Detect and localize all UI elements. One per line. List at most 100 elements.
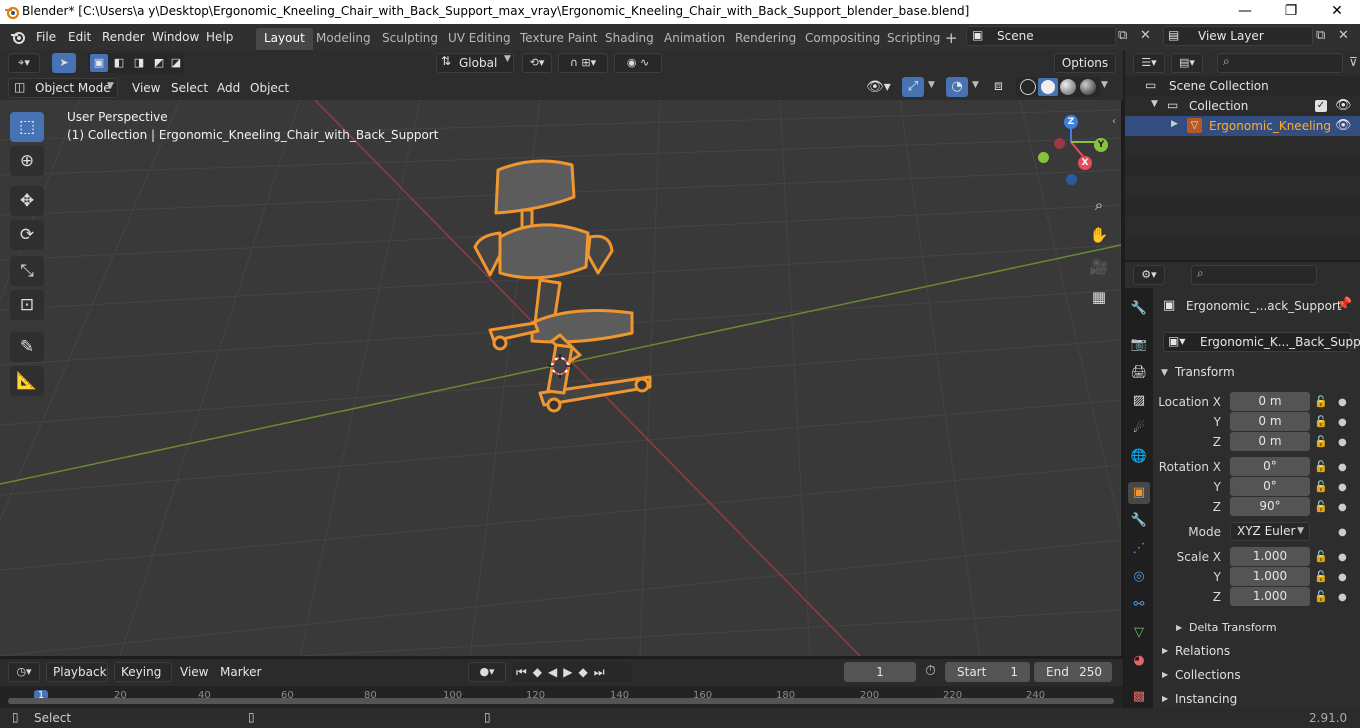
rotate-tool[interactable]: ⟳ (10, 220, 44, 250)
location-x-field[interactable]: 0 m (1230, 392, 1310, 411)
minimize-button[interactable]: — (1222, 0, 1268, 24)
gizmo-neg-x[interactable] (1054, 138, 1065, 149)
properties-search-input[interactable] (1191, 265, 1317, 285)
object-datablock-field[interactable]: Ergonomic_K..._Back_Support (1163, 332, 1360, 352)
tab-shading[interactable]: Shading (597, 28, 662, 50)
tab-rendering[interactable]: Rendering (727, 28, 804, 50)
keyframe-dot-icon[interactable]: ● (1338, 417, 1347, 428)
timeline-marker-menu[interactable]: Marker (214, 663, 267, 681)
menu-window[interactable]: Window (146, 28, 205, 46)
playback-dropdown[interactable]: Playback (46, 662, 108, 682)
modifier-tab-icon[interactable]: 🔧 (1128, 510, 1150, 532)
physics-tab-icon[interactable]: ◎ (1128, 566, 1150, 588)
view-layer-tab-icon[interactable]: ▨ (1128, 390, 1150, 412)
close-button[interactable]: ✕ (1314, 0, 1360, 24)
chevron-down-icon[interactable]: ▼ (1101, 80, 1108, 90)
location-z-field[interactable]: 0 m (1230, 432, 1310, 451)
scale-z-field[interactable]: 1.000 (1230, 587, 1310, 606)
wireframe-shading-icon[interactable] (1020, 79, 1036, 95)
expand-chevron-icon[interactable]: ▶ (1171, 119, 1178, 129)
transform-panel-header[interactable]: Transform (1175, 361, 1235, 383)
rotation-z-field[interactable]: 90° (1230, 497, 1310, 516)
solid-shading-icon[interactable] (1038, 78, 1058, 96)
xray-toggle-icon[interactable]: ⧈ (994, 78, 1003, 94)
tool-tab-icon[interactable]: 🔧 (1128, 298, 1150, 320)
select-tool-icon[interactable]: ➤ (52, 53, 76, 73)
blender-menu-icon[interactable] (10, 29, 26, 45)
tab-texture-paint[interactable]: Texture Paint (512, 28, 605, 50)
data-tab-icon[interactable]: ▽ (1128, 622, 1150, 644)
object-visibility-icon[interactable]: 👁 (1335, 118, 1352, 133)
tab-animation[interactable]: Animation (656, 28, 733, 50)
3d-cursor-icon[interactable] (548, 354, 572, 378)
viewport-menu-add[interactable]: Add (211, 79, 246, 97)
gizmo-y-axis[interactable]: Y (1094, 138, 1108, 152)
lock-icon[interactable]: 🔓 (1314, 435, 1328, 448)
ortho-grid-icon[interactable]: ▦ (1086, 284, 1112, 310)
select-box-tool[interactable]: ⬚ (10, 112, 44, 142)
collections-panel-header[interactable]: Collections (1175, 664, 1241, 686)
constraints-tab-icon[interactable]: ⚯ (1128, 594, 1150, 616)
visibility-icon[interactable]: 👁▾ (866, 79, 891, 95)
view-layer-selector[interactable]: View Layer (1163, 26, 1313, 46)
remove-view-layer-icon[interactable]: ✕ (1338, 28, 1349, 43)
expand-chevron-icon[interactable]: ▶ (1162, 646, 1168, 655)
display-mode-icon[interactable]: ▤▾ (1171, 53, 1203, 73)
menu-file[interactable]: File (30, 28, 62, 46)
rotation-y-field[interactable]: 0° (1230, 477, 1310, 496)
keyframe-dot-icon[interactable]: ● (1338, 502, 1347, 513)
viewport-menu-select[interactable]: Select (165, 79, 214, 97)
expand-chevron-icon[interactable]: ▶ (1162, 694, 1168, 703)
options-dropdown[interactable]: Options (1054, 53, 1116, 73)
location-y-field[interactable]: 0 m (1230, 412, 1310, 431)
outliner-row-object[interactable]: ▶ ▽ Ergonomic_Kneeling 👁 (1125, 116, 1360, 136)
gizmo-z-axis[interactable]: Z (1064, 115, 1078, 129)
end-frame-field[interactable]: End 250 (1034, 662, 1112, 682)
keyframe-dot-icon[interactable]: ● (1338, 592, 1347, 603)
zoom-icon[interactable]: ⌕ (1086, 192, 1112, 218)
lock-icon[interactable]: 🔓 (1314, 480, 1328, 493)
editor-type-icon[interactable]: ⌖▾ (8, 53, 40, 73)
select-extend-icon[interactable]: ◧ (110, 54, 128, 72)
scale-x-field[interactable]: 1.000 (1230, 547, 1310, 566)
menu-render[interactable]: Render (96, 28, 151, 46)
transform-tool[interactable]: ⊡ (10, 290, 44, 320)
scale-tool[interactable]: ⤡ (10, 256, 44, 286)
collection-checkbox[interactable]: ✓ (1315, 100, 1327, 112)
navigation-gizmo[interactable]: Z X Y (1030, 112, 1110, 192)
pan-hand-icon[interactable]: ✋ (1086, 222, 1112, 248)
maximize-button[interactable]: ❐ (1268, 0, 1314, 24)
scene-tab-icon[interactable]: ☄ (1128, 418, 1150, 440)
object-tab-icon[interactable]: ▣ (1128, 482, 1150, 504)
texture-tab-icon[interactable]: ▩ (1128, 686, 1150, 708)
relations-panel-header[interactable]: Relations (1175, 640, 1230, 662)
collection-visibility-icon[interactable]: 👁 (1335, 98, 1352, 113)
playback-controls[interactable]: ⏮◆◀▶◆⏭ (512, 662, 632, 682)
pivot-point-icon[interactable]: ⟲▾ (522, 53, 552, 73)
lock-icon[interactable]: 🔓 (1314, 460, 1328, 473)
particles-tab-icon[interactable]: ⋰ (1128, 538, 1150, 560)
timeline-editor-type-icon[interactable]: ◷▾ (8, 662, 40, 682)
overlays-toggle-icon[interactable]: ◔ (946, 77, 968, 97)
menu-help[interactable]: Help (200, 28, 239, 46)
keyframe-dot-icon[interactable]: ● (1338, 397, 1347, 408)
lock-icon[interactable]: 🔓 (1314, 590, 1328, 603)
gizmo-neg-y[interactable] (1038, 152, 1049, 163)
pin-icon[interactable]: 📌 (1336, 297, 1352, 312)
tab-layout[interactable]: Layout (256, 28, 313, 50)
move-tool[interactable]: ✥ (10, 186, 44, 216)
viewport-menu-view[interactable]: View (126, 79, 166, 97)
measure-tool[interactable]: 📐 (10, 366, 44, 396)
tab-modeling[interactable]: Modeling (308, 28, 379, 50)
rotation-x-field[interactable]: 0° (1230, 457, 1310, 476)
keying-dropdown[interactable]: Keying (114, 662, 172, 682)
sidebar-toggle-icon[interactable]: ‹ (1112, 116, 1116, 127)
timeline-scrollbar[interactable] (8, 698, 1114, 704)
lock-icon[interactable]: 🔓 (1314, 550, 1328, 563)
lock-icon[interactable]: 🔓 (1314, 500, 1328, 513)
add-workspace-button[interactable]: + (945, 29, 958, 47)
camera-view-icon[interactable]: 🎥 (1086, 254, 1112, 280)
expand-chevron-icon[interactable]: ▶ (1176, 623, 1182, 632)
keyframe-dot-icon[interactable]: ● (1338, 572, 1347, 583)
tab-sculpting[interactable]: Sculpting (374, 28, 446, 50)
